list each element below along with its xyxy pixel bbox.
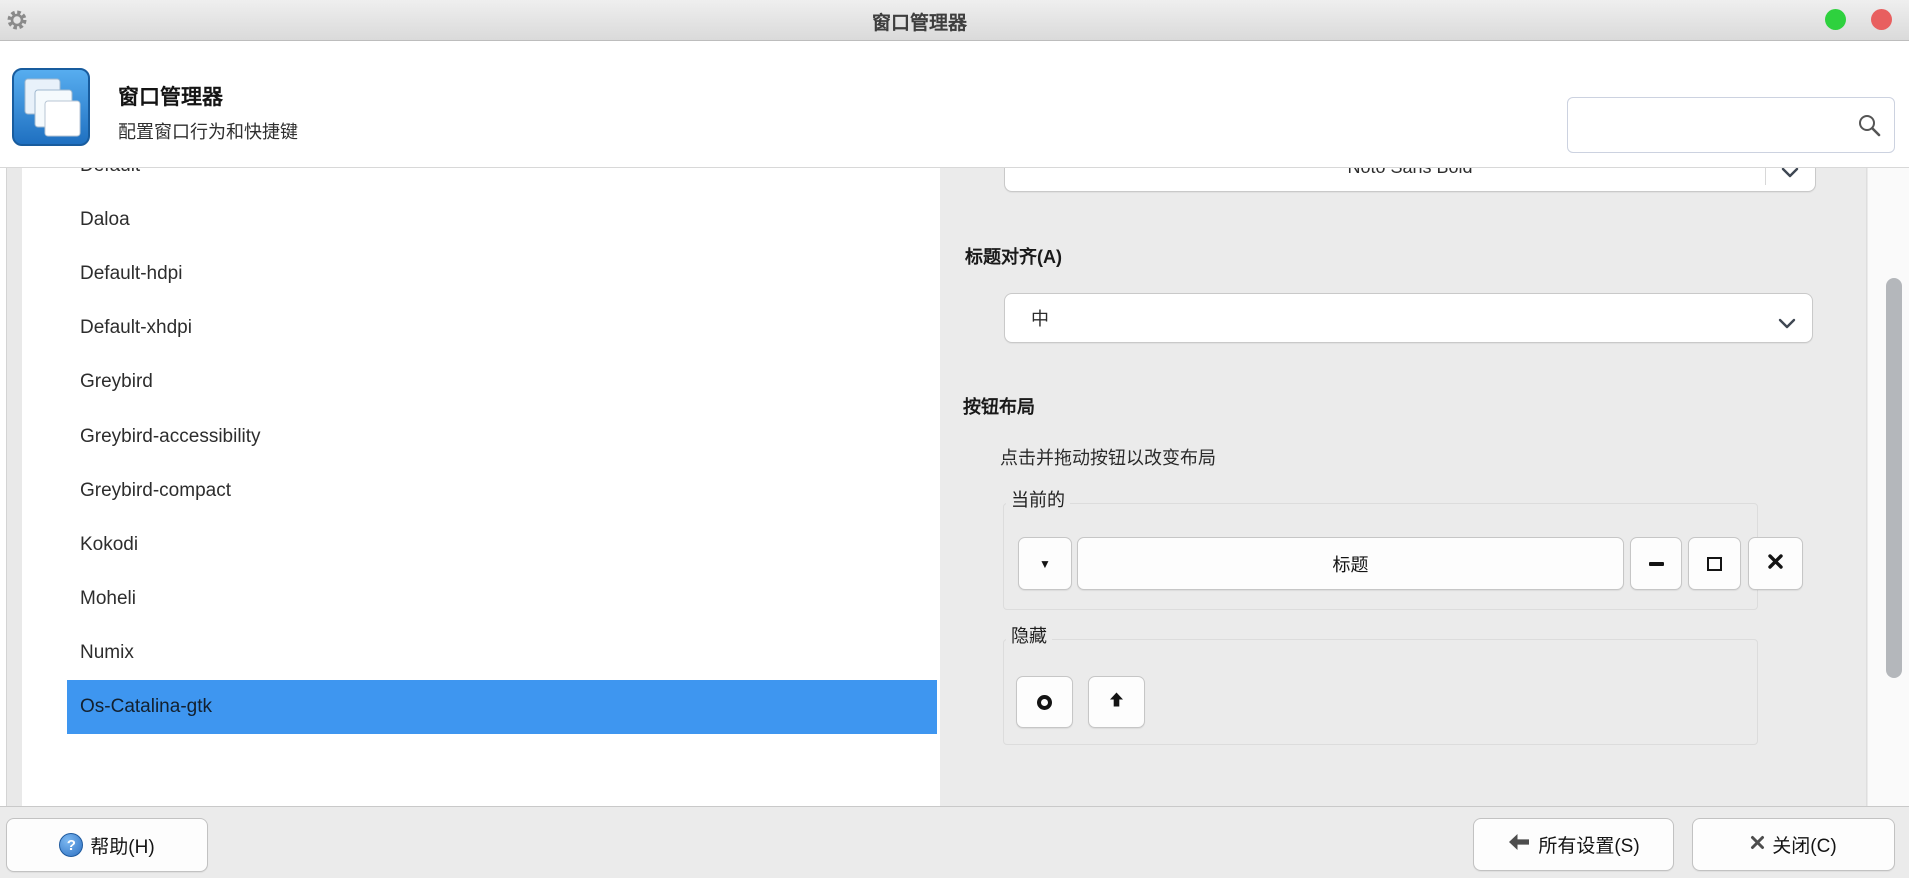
close-dialog-label: 关闭(C): [1772, 831, 1836, 858]
list-scroll-gutter[interactable]: [7, 168, 22, 806]
list-item[interactable]: Default-hdpi: [67, 247, 937, 301]
all-settings-button[interactable]: 所有设置(S): [1473, 818, 1674, 871]
stick-button[interactable]: [1016, 676, 1073, 728]
window-manager-icon: [12, 68, 90, 146]
chevron-down-icon: [1778, 313, 1796, 334]
hidden-frame-label: 隐藏: [1006, 622, 1052, 648]
chevron-down-icon: [1781, 168, 1799, 183]
title-area-label: 标题: [1333, 551, 1369, 577]
maximize-icon: [1707, 557, 1722, 571]
list-item[interactable]: Greybird-accessibility: [67, 410, 937, 464]
shade-up-icon: [1108, 691, 1125, 713]
all-settings-label: 所有设置(S): [1538, 831, 1639, 858]
button-layout-heading: 按钮布局: [963, 393, 1035, 419]
title-font-value: Noto Sans Bold: [1347, 168, 1472, 178]
search-input[interactable]: [1578, 102, 1852, 148]
list-item[interactable]: Numix: [67, 626, 937, 680]
help-icon: ?: [59, 833, 83, 857]
list-item[interactable]: Greybird: [67, 355, 937, 409]
title-alignment-dropdown[interactable]: 中: [1004, 293, 1813, 343]
close-button[interactable]: [1748, 537, 1803, 590]
footer-bar: ? 帮助(H) 所有设置(S) 关闭(C): [0, 806, 1909, 878]
help-button-label: 帮助(H): [90, 832, 154, 859]
dialog-header: 窗口管理器 配置窗口行为和快捷键: [0, 41, 1909, 168]
help-button[interactable]: ? 帮助(H): [6, 818, 208, 872]
current-frame-label: 当前的: [1006, 486, 1070, 512]
button-layout-hint: 点击并拖动按钮以改变布局: [1000, 444, 1216, 470]
stick-icon: [1037, 695, 1052, 710]
title-alignment-value: 中: [1031, 305, 1049, 331]
search-icon: [1856, 112, 1882, 143]
arrow-left-icon: [1507, 832, 1531, 858]
close-dialog-button[interactable]: 关闭(C): [1692, 818, 1895, 871]
settings-panel: Noto Sans Bold 标题对齐(A) 中 按钮布局 点击并拖动按钮以改变…: [940, 168, 1909, 806]
title-alignment-label: 标题对齐(A): [965, 243, 1062, 269]
list-item[interactable]: Daloa: [67, 193, 937, 247]
title-area-button[interactable]: 标题: [1077, 537, 1624, 590]
title-font-dropdown[interactable]: Noto Sans Bold: [1004, 168, 1816, 192]
maximize-button[interactable]: [1688, 537, 1741, 590]
list-item[interactable]: Default-xhdpi: [67, 301, 937, 355]
menu-button[interactable]: ▼: [1018, 537, 1072, 590]
list-item[interactable]: Moheli: [67, 572, 937, 626]
search-box[interactable]: [1567, 97, 1895, 153]
titlebar: 窗口管理器: [0, 0, 1909, 41]
scrollbar-border: [1866, 168, 1867, 806]
window-title: 窗口管理器: [0, 8, 1839, 35]
list-item-selected[interactable]: Os-Catalina-gtk: [67, 680, 937, 734]
minimize-icon: [1649, 562, 1664, 566]
close-x-icon: [1750, 834, 1765, 856]
list-item-partial[interactable]: Default: [67, 168, 937, 193]
maximize-circle-button[interactable]: [1825, 9, 1846, 30]
minimize-button[interactable]: [1630, 537, 1682, 590]
page-subtitle: 配置窗口行为和快捷键: [118, 118, 298, 144]
theme-list: Default Daloa Default-hdpi Default-xhdpi…: [22, 168, 940, 806]
close-circle-button[interactable]: [1871, 9, 1892, 30]
shade-button[interactable]: [1088, 676, 1145, 728]
close-icon: [1767, 553, 1784, 575]
scrollbar-slider[interactable]: [1886, 278, 1902, 678]
list-item[interactable]: Kokodi: [67, 518, 937, 572]
menu-icon: ▼: [1039, 557, 1051, 571]
page-title: 窗口管理器: [118, 81, 223, 111]
list-item[interactable]: Greybird-compact: [67, 464, 937, 518]
dropdown-separator: [1765, 168, 1766, 185]
